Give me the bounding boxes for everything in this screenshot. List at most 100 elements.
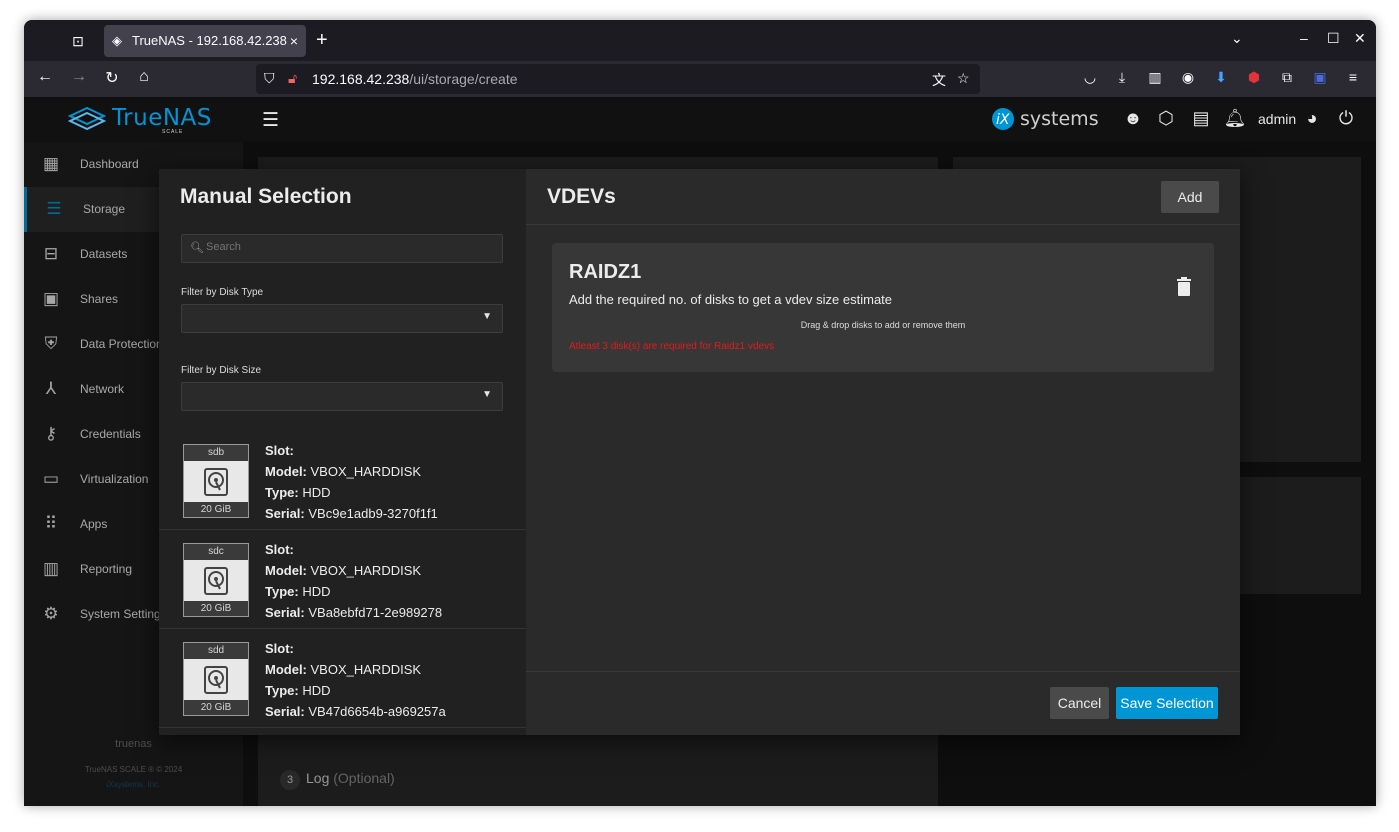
- hamburger-menu-icon[interactable]: ☰: [262, 109, 282, 132]
- disk-serial: VBc9e1adb9-3270f1f1: [308, 506, 438, 521]
- extensions-icon[interactable]: ⧉: [1277, 69, 1297, 86]
- serial-label: Serial:: [265, 704, 305, 719]
- translate-icon[interactable]: 文: [932, 70, 946, 90]
- search-input[interactable]: [206, 241, 486, 253]
- disk-icon[interactable]: sdc 20 GiB: [183, 543, 249, 617]
- disk-icon[interactable]: sdb 20 GiB: [183, 444, 249, 518]
- logo-text: TrueNAS: [112, 105, 212, 131]
- search-icon: 🔍︎: [190, 242, 204, 254]
- disk-size: 20 GiB: [184, 601, 248, 616]
- shield-tracking-icon[interactable]: ⛉: [264, 70, 275, 87]
- pocket-icon[interactable]: ◡: [1080, 69, 1100, 86]
- disk-item[interactable]: sdb 20 GiB Slot: Model: VBOX_HARDDISK Type:…: [159, 431, 526, 530]
- user-menu[interactable]: admin: [1258, 111, 1296, 127]
- menu-icon[interactable]: ≡: [1343, 69, 1363, 85]
- filter-disk-type-label: Filter by Disk Type: [181, 287, 264, 298]
- url-host: 192.168.42.238: [312, 71, 410, 87]
- insecure-lock-icon[interactable]: 🔓︎: [288, 70, 297, 87]
- ix-systems-text: systems: [1020, 108, 1099, 130]
- type-label: Type:: [265, 485, 299, 500]
- vdev-error-message: Atleast 3 disk(s) are required for Raidz…: [569, 341, 775, 352]
- container-icon[interactable]: ▣: [1310, 69, 1330, 86]
- back-icon[interactable]: ←: [34, 68, 56, 86]
- maximize-icon[interactable]: ☐: [1327, 30, 1340, 47]
- disk-details: Slot: Model: VBOX_HARDDISK Type: HDD Seria…: [265, 638, 446, 722]
- slot-label: Slot:: [265, 542, 294, 557]
- reload-icon[interactable]: ↻: [101, 68, 123, 88]
- drag-drop-hint: Drag & drop disks to add or remove them: [800, 320, 966, 330]
- tab-list-icon[interactable]: ⊡: [68, 31, 88, 51]
- truenas-logo-icon: [68, 107, 106, 131]
- disk-model: VBOX_HARDDISK: [310, 563, 422, 578]
- disk-serial: VBa8ebfd71-2e989278: [308, 605, 443, 620]
- disk-item[interactable]: sdd 20 GiB Slot: Model: VBOX_HARDDISK Type:…: [159, 629, 526, 728]
- vdevs-title: VDEVs: [547, 185, 616, 208]
- trash-icon: [1177, 277, 1191, 296]
- disk-selection-panel: Manual Selection 🔍︎ Filter by Disk Type …: [159, 169, 526, 735]
- ublock-icon[interactable]: ⬢: [1244, 69, 1264, 86]
- feedback-icon[interactable]: ☻: [1121, 108, 1145, 132]
- vdev-card[interactable]: RAIDZ1 Add the required no. of disks to …: [552, 243, 1214, 372]
- disk-name: sdd: [184, 643, 248, 659]
- account-icon[interactable]: ◉: [1178, 69, 1198, 86]
- close-tab-icon[interactable]: ×: [290, 25, 298, 57]
- url-bar[interactable]: ⛉ 🔓︎ 192.168.42.238/ui/storage/create 文 …: [256, 64, 980, 94]
- chevron-down-icon[interactable]: ⌄: [1231, 30, 1243, 47]
- slot-label: Slot:: [265, 641, 294, 656]
- new-tab-icon[interactable]: +: [316, 29, 328, 51]
- browser-tab[interactable]: ◈ TrueNAS - 192.168.42.238 ×: [104, 25, 306, 57]
- type-label: Type:: [265, 584, 299, 599]
- navigation-bar: ← → ↻ ⌂ ⛉ 🔓︎ 192.168.42.238/ui/storage/c…: [24, 61, 1376, 97]
- vdev-title: RAIDZ1: [569, 261, 642, 283]
- close-window-icon[interactable]: ✕: [1354, 30, 1366, 47]
- truenas-logo[interactable]: TrueNAS SCALE: [68, 103, 211, 137]
- vdev-size-hint: Add the required no. of disks to get a v…: [569, 292, 893, 307]
- disk-icon[interactable]: sdd 20 GiB: [183, 642, 249, 716]
- type-label: Type:: [265, 683, 299, 698]
- notifications-bell-icon[interactable]: 🔔︎: [1223, 108, 1247, 132]
- truenas-favicon-icon: ◈: [112, 33, 122, 48]
- hard-drive-icon: [204, 567, 228, 595]
- sidebar-icon[interactable]: ▥: [1145, 69, 1165, 86]
- forward-icon[interactable]: →: [68, 68, 90, 86]
- slot-label: Slot:: [265, 443, 294, 458]
- downloads-icon[interactable]: ⤓: [1112, 69, 1132, 86]
- browser-window: ⊡ ◈ TrueNAS - 192.168.42.238 × + ⌄ – ☐ ✕…: [24, 20, 1376, 806]
- filter-disk-size-label: Filter by Disk Size: [181, 365, 262, 376]
- disk-type: HDD: [302, 485, 331, 500]
- model-label: Model:: [265, 662, 307, 677]
- disk-item[interactable]: sdc 20 GiB Slot: Model: VBOX_HARDDISK Type:…: [159, 530, 526, 629]
- tab-title: TrueNAS - 192.168.42.238: [132, 33, 287, 48]
- user-account-icon[interactable]: ◕: [1300, 108, 1324, 132]
- power-icon[interactable]: ⏻: [1334, 108, 1358, 132]
- url-path: /ui/storage/create: [409, 71, 518, 87]
- disk-model: VBOX_HARDDISK: [310, 662, 422, 677]
- ixsystems-logo[interactable]: iX systems: [990, 105, 1100, 133]
- hard-drive-icon: [204, 666, 228, 694]
- manual-selection-dialog: Manual Selection 🔍︎ Filter by Disk Type …: [159, 169, 1240, 735]
- minimize-icon[interactable]: –: [1300, 30, 1308, 46]
- truenas-header: TrueNAS SCALE ☰ iX systems ☻ ⬡ ▤ 🔔︎ admi…: [24, 97, 1376, 142]
- bookmark-star-icon[interactable]: ☆: [957, 70, 970, 87]
- filter-disk-type-select[interactable]: ▼: [181, 304, 503, 333]
- truecommand-icon[interactable]: ⬡: [1154, 108, 1178, 132]
- disk-name: sdb: [184, 445, 248, 461]
- url-text[interactable]: 192.168.42.238/ui/storage/create: [312, 71, 518, 87]
- divider: [526, 671, 1240, 672]
- disk-name: sdc: [184, 544, 248, 560]
- search-field[interactable]: 🔍︎: [181, 234, 503, 263]
- home-icon[interactable]: ⌂: [133, 68, 155, 86]
- divider: [526, 224, 1240, 225]
- save-selection-button[interactable]: Save Selection: [1116, 687, 1218, 719]
- hard-drive-icon: [204, 468, 228, 496]
- extension-download-icon[interactable]: ⬇: [1211, 69, 1231, 86]
- tab-bar: ⊡ ◈ TrueNAS - 192.168.42.238 × + ⌄ – ☐ ✕: [24, 20, 1376, 61]
- delete-vdev-icon[interactable]: [1176, 277, 1196, 299]
- filter-disk-size-select[interactable]: ▼: [181, 382, 503, 411]
- dropdown-arrow-icon: ▼: [482, 311, 492, 322]
- dialog-title: Manual Selection: [180, 185, 352, 208]
- model-label: Model:: [265, 563, 307, 578]
- cancel-button[interactable]: Cancel: [1050, 687, 1109, 719]
- add-vdev-button[interactable]: Add: [1161, 181, 1219, 213]
- jobs-clipboard-icon[interactable]: ▤: [1189, 108, 1213, 132]
